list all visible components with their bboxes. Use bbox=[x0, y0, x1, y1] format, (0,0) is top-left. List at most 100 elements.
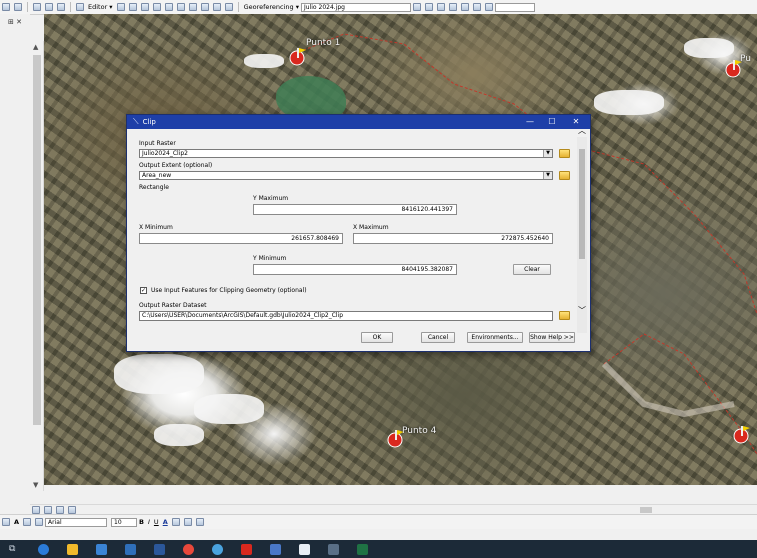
layout-view-icon[interactable] bbox=[32, 506, 40, 514]
scale-icon[interactable] bbox=[449, 3, 458, 11]
rotate-raster-icon[interactable] bbox=[425, 3, 434, 11]
y-minimum-field[interactable]: 8404195.382087 bbox=[253, 264, 457, 275]
task-view-icon[interactable]: ⧉ bbox=[9, 544, 20, 555]
x-maximum-field[interactable]: 272875.452640 bbox=[353, 233, 553, 244]
select-elements-icon[interactable] bbox=[2, 518, 10, 526]
scroll-thumb[interactable] bbox=[33, 55, 41, 425]
fit-display-icon[interactable] bbox=[413, 3, 422, 11]
x-minimum-field[interactable]: 261657.808469 bbox=[139, 233, 343, 244]
toolbar-separator bbox=[237, 2, 239, 12]
marker-icon[interactable] bbox=[732, 424, 754, 446]
notepad-icon[interactable] bbox=[299, 543, 310, 555]
top-toolbar: Editor ▾ Georeferencing ▾ Julio 2024.jpg bbox=[0, 0, 757, 15]
italic-button[interactable]: I bbox=[148, 518, 150, 526]
font-size-select[interactable]: 10 bbox=[111, 517, 138, 527]
edit-tool-icon[interactable] bbox=[116, 3, 125, 11]
word-icon[interactable] bbox=[154, 543, 165, 555]
output-dataset-field[interactable]: C:\Users\USER\Documents\ArcGIS\Default.g… bbox=[139, 311, 553, 321]
maximize-button[interactable]: ☐ bbox=[543, 116, 561, 128]
output-extent-select[interactable]: Area_new ▼ bbox=[139, 171, 553, 180]
line-color-icon[interactable] bbox=[183, 518, 192, 526]
marker-icon[interactable] bbox=[288, 46, 310, 68]
model-builder-icon[interactable] bbox=[57, 3, 65, 11]
environments-button[interactable]: Environments... bbox=[467, 332, 523, 343]
clear-button[interactable]: Clear bbox=[513, 264, 551, 275]
chrome-icon[interactable] bbox=[183, 543, 194, 555]
georef-layer-select[interactable]: Julio 2024.jpg bbox=[301, 2, 412, 12]
search-box[interactable] bbox=[495, 2, 536, 12]
split-icon[interactable] bbox=[176, 3, 185, 11]
georeferencing-menu[interactable]: Georeferencing ▾ bbox=[244, 3, 299, 11]
pause-icon[interactable] bbox=[68, 506, 76, 514]
windows-taskbar: ⧉ bbox=[0, 540, 757, 558]
mail-icon[interactable] bbox=[125, 543, 136, 555]
y-maximum-field[interactable]: 8416120.441397 bbox=[253, 204, 457, 215]
font-color-icon[interactable]: A bbox=[163, 518, 168, 526]
chevron-down-icon[interactable]: ▼ bbox=[543, 172, 552, 179]
callout-icon[interactable] bbox=[23, 518, 32, 526]
scroll-up-icon[interactable]: ︿ bbox=[578, 125, 586, 136]
dialog-scrollbar[interactable] bbox=[577, 137, 587, 333]
sketch-icon[interactable] bbox=[128, 3, 137, 11]
data-view-icon[interactable] bbox=[44, 506, 52, 514]
window-icon[interactable] bbox=[328, 543, 339, 555]
folder-icon[interactable] bbox=[559, 311, 570, 320]
curve-icon[interactable] bbox=[152, 3, 161, 11]
excel-icon[interactable] bbox=[357, 543, 368, 555]
table-icon[interactable] bbox=[224, 3, 233, 11]
arcgis-icon[interactable] bbox=[212, 543, 223, 555]
y-maximum-label: Y Maximum bbox=[253, 195, 289, 202]
cancel-button[interactable]: Cancel bbox=[421, 332, 455, 343]
refresh-icon[interactable] bbox=[56, 506, 64, 514]
shift-icon[interactable] bbox=[437, 3, 446, 11]
marker-color-icon[interactable] bbox=[195, 518, 204, 526]
add-control-points-icon[interactable] bbox=[461, 3, 470, 11]
hscroll-thumb[interactable] bbox=[640, 507, 652, 513]
editor-menu[interactable]: Editor ▾ bbox=[88, 3, 113, 11]
font-picker-icon[interactable] bbox=[35, 518, 44, 526]
minimize-button[interactable]: — bbox=[521, 116, 539, 128]
viewer-icon[interactable] bbox=[485, 3, 494, 11]
catalog-icon[interactable] bbox=[2, 3, 10, 11]
left-panel: ⊞ ✕ bbox=[0, 14, 30, 504]
bold-button[interactable]: B bbox=[139, 518, 144, 526]
folder-icon[interactable] bbox=[559, 149, 570, 158]
sketch-props-icon[interactable] bbox=[212, 3, 221, 11]
draw-toolbar: A Arial 10 B I U A bbox=[0, 514, 757, 529]
scroll-down-icon[interactable]: ﹀ bbox=[578, 305, 586, 316]
line-icon[interactable] bbox=[140, 3, 149, 11]
use-input-features-checkbox[interactable]: ✓ bbox=[140, 287, 147, 294]
folder-icon[interactable] bbox=[559, 171, 570, 180]
edge-icon[interactable] bbox=[38, 543, 49, 555]
scroll-down-icon[interactable]: ▼ bbox=[33, 481, 38, 489]
dialog-scroll-thumb[interactable] bbox=[579, 149, 585, 259]
scroll-up-icon[interactable]: ▲ bbox=[33, 43, 38, 51]
text-tool-icon[interactable]: A bbox=[14, 518, 19, 526]
acrobat-icon[interactable] bbox=[241, 543, 252, 555]
store-icon[interactable] bbox=[96, 543, 107, 555]
fill-color-icon[interactable] bbox=[171, 518, 180, 526]
link-table-icon[interactable] bbox=[473, 3, 482, 11]
rotate-icon[interactable] bbox=[188, 3, 197, 11]
output-extent-label: Output Extent (optional) bbox=[139, 162, 213, 169]
vertex-icon[interactable] bbox=[164, 3, 173, 11]
python-icon[interactable] bbox=[45, 3, 53, 11]
file-explorer-icon[interactable] bbox=[67, 543, 78, 555]
show-help-button[interactable]: Show Help >> bbox=[529, 332, 575, 343]
underline-button[interactable]: U bbox=[154, 518, 159, 526]
arc-toolbox-icon[interactable] bbox=[76, 3, 84, 11]
attributes-icon[interactable] bbox=[200, 3, 209, 11]
input-raster-label: Input Raster bbox=[139, 140, 176, 147]
point-label: Pu bbox=[740, 54, 751, 64]
vertical-scrollbar[interactable]: ▲ ▼ bbox=[31, 41, 44, 491]
chevron-down-icon[interactable]: ▼ bbox=[543, 150, 552, 157]
point-label: Punto 4 bbox=[402, 426, 437, 436]
pin-icon[interactable]: ⊞ ✕ bbox=[8, 18, 22, 26]
input-raster-select[interactable]: Julio2024_Clip2 ▼ bbox=[139, 149, 553, 158]
ok-button[interactable]: OK bbox=[361, 332, 393, 343]
dialog-title-bar[interactable]: ⟍ Clip — ☐ ✕ bbox=[127, 115, 590, 129]
search-icon[interactable] bbox=[14, 3, 22, 11]
font-select[interactable]: Arial bbox=[45, 517, 108, 527]
toolbox-icon[interactable] bbox=[33, 3, 41, 11]
app-icon[interactable] bbox=[270, 543, 281, 555]
